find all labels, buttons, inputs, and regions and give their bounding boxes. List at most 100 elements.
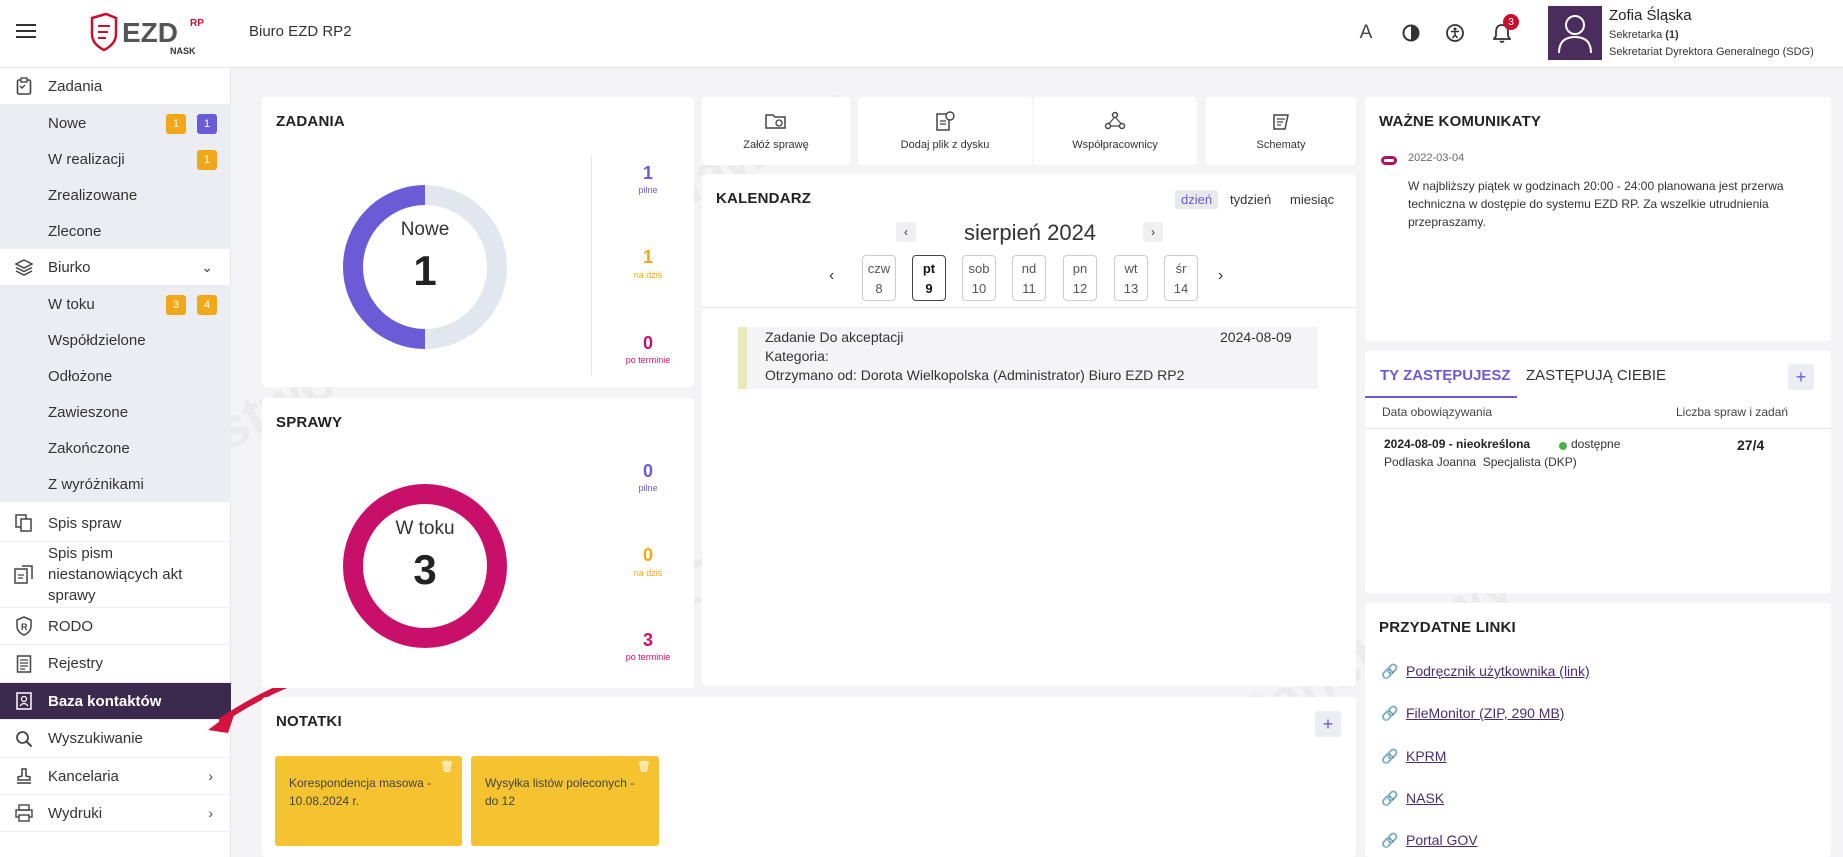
user-avatar[interactable]: [1548, 6, 1602, 60]
zaloz-sprawe-button[interactable]: Załóż sprawę: [702, 97, 850, 165]
sidebar-subitem-zrealizowane[interactable]: Zrealizowane: [0, 177, 231, 213]
view-day-button[interactable]: dzień: [1175, 190, 1219, 209]
note-item[interactable]: 🗑 Korespondencja masowa - 10.08.2024 r.: [275, 756, 462, 846]
sidebar-subitem-zlecone[interactable]: Zlecone: [0, 213, 231, 249]
stat-pilne-count[interactable]: 1: [608, 163, 688, 184]
stat-po-terminie-count[interactable]: 0: [608, 333, 688, 354]
column-header-date: Data obowiązywania: [1382, 405, 1493, 419]
substitution-person: Podlaska Joanna Specjalista (DKP): [1384, 455, 1577, 469]
link-kprm[interactable]: KPRM: [1406, 748, 1446, 764]
trash-icon[interactable]: 🗑: [440, 758, 454, 776]
sidebar-subitem-wspoldzielone[interactable]: Współdzielone: [0, 322, 231, 358]
view-month-button[interactable]: miesiąc: [1284, 190, 1340, 209]
wspolpracownicy-button[interactable]: Współpracownicy: [1033, 97, 1197, 165]
day-button[interactable]: wt 13: [1114, 255, 1148, 301]
day-button-selected[interactable]: pt 9: [912, 255, 946, 301]
schematy-button[interactable]: Schematy: [1206, 97, 1356, 165]
day-button[interactable]: czw 8: [862, 255, 896, 301]
stat-pilne-count[interactable]: 0: [608, 461, 688, 482]
link-nask[interactable]: NASK: [1406, 790, 1444, 806]
card-title: NOTATKI: [276, 713, 342, 730]
next-days-icon[interactable]: ›: [1218, 267, 1223, 285]
sidebar-subitem-w-toku[interactable]: W toku 3 4: [0, 286, 231, 322]
note-item[interactable]: 🗑 Wysyłka listów poleconych - do 12: [471, 756, 659, 846]
view-week-button[interactable]: tydzień: [1224, 190, 1277, 209]
chevron-right-icon: ›: [208, 768, 213, 784]
stat-po-terminie-count[interactable]: 3: [608, 630, 688, 651]
event-received: Otrzymano od: Dorota Wielkopolska (Admin…: [765, 367, 1185, 383]
day-button[interactable]: śr 14: [1164, 255, 1198, 301]
donut-value: 1: [413, 247, 437, 294]
trash-icon[interactable]: 🗑: [637, 758, 651, 776]
add-substitution-button[interactable]: +: [1788, 364, 1814, 390]
user-name[interactable]: Zofia Śląska: [1609, 7, 1692, 24]
sidebar-item-kancelaria[interactable]: Kancelaria ›: [0, 758, 231, 795]
sidebar-subitem-zawieszone[interactable]: Zawieszone: [0, 394, 231, 430]
link-icon: 🔗: [1381, 705, 1399, 721]
sidebar-item-biurko[interactable]: Biurko ⌄: [0, 249, 231, 286]
people-network-icon: [1104, 111, 1126, 133]
link-icon: 🔗: [1381, 663, 1399, 679]
register-icon: [0, 654, 48, 673]
kalendarz-card: KALENDARZ: [702, 174, 1356, 686]
hamburger-menu-icon[interactable]: [16, 24, 36, 40]
link-icon: 🔗: [1381, 748, 1399, 764]
stat-na-dzis-count[interactable]: 1: [608, 247, 688, 268]
day-button[interactable]: pn 12: [1063, 255, 1097, 301]
chevron-right-icon: ›: [208, 805, 213, 821]
day-button[interactable]: sob 10: [962, 255, 996, 301]
tab-zastepuja-ciebie[interactable]: ZASTĘPUJĄ CIEBIE: [1526, 367, 1666, 384]
linki-card: PRZYDATNE LINKI: [1365, 603, 1831, 857]
donut-label: Nowe: [400, 219, 450, 240]
stat-na-dzis-count[interactable]: 0: [608, 545, 688, 566]
sidebar-item-wydruki[interactable]: Wydruki ›: [0, 795, 231, 832]
sidebar-item-zadania[interactable]: Zadania: [0, 68, 231, 105]
sidebar-subitem-nowe[interactable]: Nowe 1 1: [0, 105, 231, 141]
link-icon: 🔗: [1381, 832, 1399, 848]
bell-icon[interactable]: 3: [1489, 14, 1519, 46]
day-button[interactable]: nd 11: [1012, 255, 1046, 301]
top-header: EZD RP NASK Biuro EZD RP2 A 3 Zofia Śląs…: [0, 0, 1843, 68]
font-size-icon[interactable]: A: [1353, 20, 1379, 46]
link-filemonitor[interactable]: FileMonitor (ZIP, 290 MB): [1406, 705, 1564, 721]
message-indicator-icon: [1381, 156, 1397, 165]
count-badge: 3: [166, 295, 186, 315]
zadania-card: ZADANIA Nowe 1 1 pilne 1 na dziś 0 po te…: [262, 97, 694, 387]
dodaj-plik-button[interactable]: Dodaj plik z dysku: [858, 97, 1032, 165]
user-role: Sekretarka (1): [1609, 29, 1679, 41]
card-title: WAŻNE KOMUNIKATY: [1379, 113, 1542, 130]
calendar-event[interactable]: Zadanie Do akceptacji 2024-08-09 Kategor…: [738, 327, 1318, 389]
prev-month-button[interactable]: ‹: [896, 222, 916, 242]
sidebar-item-baza-kontaktow[interactable]: Baza kontaktów: [0, 683, 231, 720]
ezd-logo[interactable]: EZD RP NASK: [88, 12, 212, 56]
stat-na-dzis-label: na dziś: [633, 270, 663, 280]
sidebar-item-spis-pism[interactable]: Spis pism niestanowiących akt sprawy: [0, 542, 231, 608]
event-category: Kategoria:: [765, 348, 829, 364]
link-portal-gov[interactable]: Portal GOV: [1406, 832, 1478, 848]
sidebar-subitem-z-wyroznikami[interactable]: Z wyróżnikami: [0, 466, 231, 502]
card-title: SPRAWY: [276, 414, 343, 431]
file-upload-icon: [935, 111, 955, 133]
user-department: Sekretariat Dyrektora Generalnego (SDG): [1609, 46, 1814, 58]
substitution-row[interactable]: 2024-08-09 - nieokreślona dostępne Podla…: [1365, 432, 1831, 476]
add-note-button[interactable]: +: [1315, 711, 1341, 737]
sidebar-subitem-zakonczone[interactable]: Zakończone: [0, 430, 231, 466]
card-title: PRZYDATNE LINKI: [1379, 619, 1516, 636]
sidebar-item-rejestry[interactable]: Rejestry: [0, 645, 231, 683]
sidebar-item-rodo[interactable]: R RODO: [0, 608, 231, 645]
card-title: ZADANIA: [276, 113, 345, 130]
contrast-icon[interactable]: [1398, 20, 1424, 46]
tab-ty-zastepujesz[interactable]: TY ZASTĘPUJESZ: [1380, 367, 1511, 384]
next-month-button[interactable]: ›: [1143, 222, 1163, 242]
sidebar-item-spis-spraw[interactable]: Spis spraw: [0, 505, 231, 542]
sidebar-subitem-odlozone[interactable]: Odłożone: [0, 358, 231, 394]
sidebar-item-wyszukiwanie[interactable]: Wyszukiwanie: [0, 720, 231, 758]
search-icon: [0, 730, 48, 748]
link-podrecznik[interactable]: Podręcznik użytkownika (link): [1406, 663, 1590, 679]
clipboard-icon: [0, 77, 48, 95]
contacts-book-icon: [0, 692, 48, 710]
accessibility-icon[interactable]: [1442, 20, 1468, 46]
prev-days-icon[interactable]: ‹: [829, 267, 834, 285]
divider: [1365, 428, 1831, 429]
sidebar-subitem-w-realizacji[interactable]: W realizacji 1: [0, 141, 231, 177]
